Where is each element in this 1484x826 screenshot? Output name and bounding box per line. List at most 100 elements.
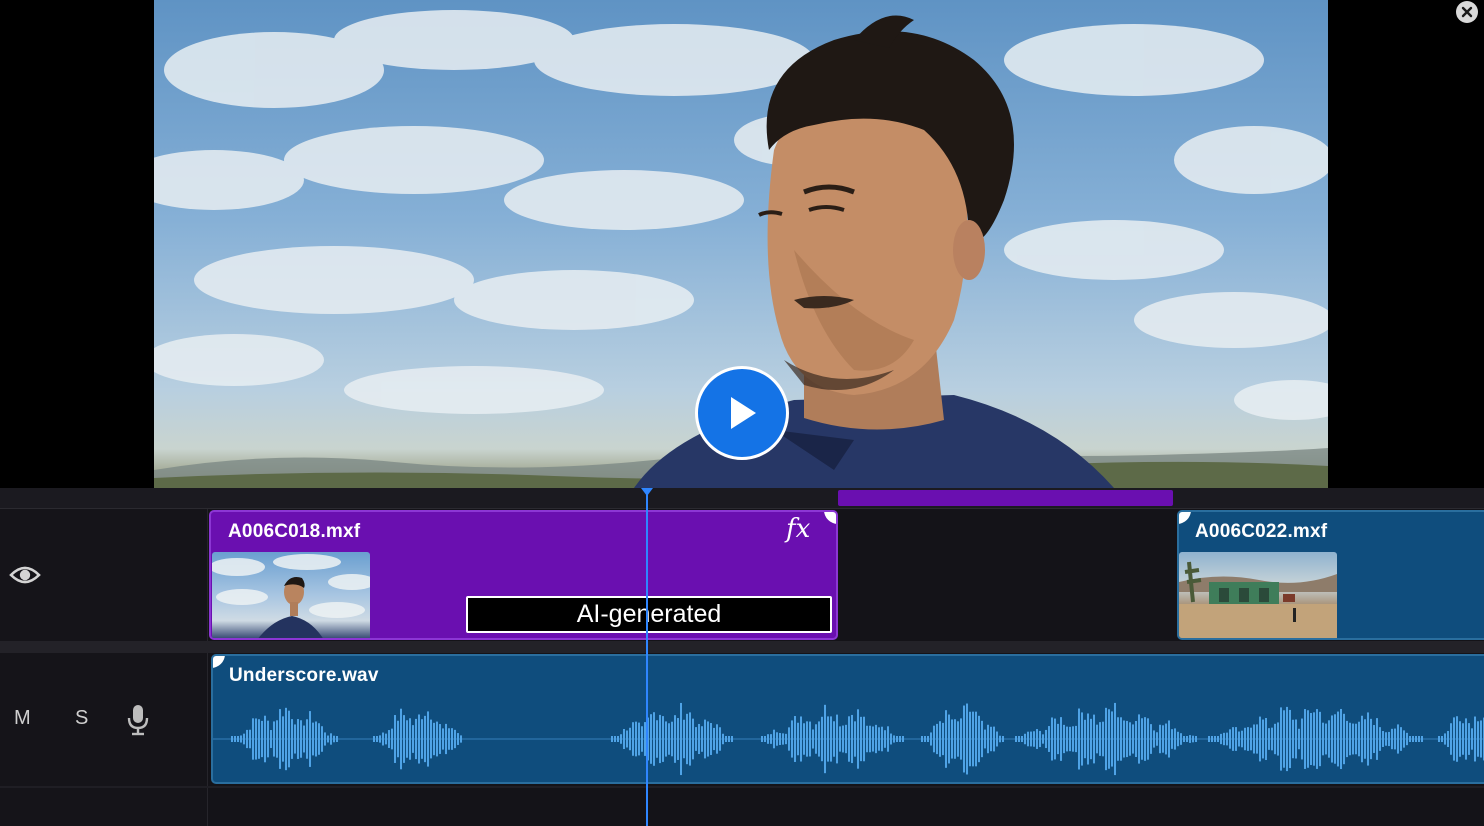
waveform-bar — [800, 716, 802, 762]
waveform-bar — [255, 718, 257, 760]
waveform-bar — [839, 726, 841, 752]
waveform-bar — [866, 725, 868, 753]
waveform-bar — [881, 726, 883, 752]
waveform-bar — [1024, 733, 1026, 745]
waveform-bar — [288, 710, 290, 768]
waveform-bar — [1132, 724, 1134, 754]
waveform-bar — [1304, 709, 1306, 769]
clip-thumbnail-image — [1179, 561, 1337, 638]
effect-badge[interactable]: fx — [786, 514, 810, 544]
waveform-bar — [1002, 736, 1004, 742]
waveform-bar — [638, 722, 640, 756]
waveform-bar — [623, 728, 625, 750]
waveform-bar — [978, 715, 980, 763]
waveform-bar — [764, 736, 766, 742]
waveform-bar — [1322, 722, 1324, 756]
mute-toggle[interactable]: M — [14, 707, 31, 730]
waveform-bar — [1114, 702, 1116, 776]
waveform-bar — [698, 723, 700, 755]
waveform-bar — [1220, 733, 1222, 745]
waveform-bar — [231, 736, 233, 742]
waveform-bar — [1346, 720, 1348, 758]
eye-icon — [9, 566, 41, 584]
waveform-bar — [1045, 729, 1047, 749]
timeline-ruler[interactable] — [0, 488, 1484, 509]
clip-trim-handle[interactable] — [1179, 512, 1191, 524]
waveform-bar — [611, 736, 613, 742]
playhead[interactable] — [646, 490, 648, 826]
waveform-bar — [990, 726, 992, 752]
waveform-bar — [927, 736, 929, 742]
video-clip[interactable]: A006C022.mxf — [1177, 510, 1484, 640]
waveform-bar — [1156, 732, 1158, 746]
waveform-bar — [1018, 736, 1020, 742]
waveform-bar — [1358, 721, 1360, 757]
play-button[interactable] — [695, 366, 789, 460]
audio-clip[interactable]: Underscore.wav — [211, 654, 1484, 784]
waveform-bar — [680, 702, 682, 776]
waveform-bar — [1343, 713, 1345, 765]
waveform-bar — [969, 711, 971, 767]
waveform-bar — [987, 724, 989, 754]
waveform-bar — [1093, 714, 1095, 764]
waveform-bar — [382, 732, 384, 746]
waveform-bar — [1295, 719, 1297, 759]
record-voiceover-button[interactable] — [124, 703, 152, 737]
video-clip-ai-generated[interactable]: A006C018.mxf fx AI-generated — [209, 510, 838, 640]
waveform-bar — [815, 724, 817, 754]
clip-name: Underscore.wav — [229, 665, 379, 686]
waveform-bar — [809, 721, 811, 757]
clip-trim-handle[interactable] — [824, 512, 836, 524]
waveform-bar — [1144, 717, 1146, 761]
waveform-bar — [674, 715, 676, 763]
waveform-bar — [285, 707, 287, 771]
waveform-bar — [1072, 726, 1074, 752]
waveform-bar — [376, 736, 378, 742]
waveform-bar — [818, 721, 820, 757]
waveform-bar — [1168, 720, 1170, 758]
waveform-bar — [945, 710, 947, 768]
waveform-bar — [659, 714, 661, 764]
waveform-bar — [860, 716, 862, 762]
solo-toggle[interactable]: S — [75, 707, 88, 730]
waveform-bar — [1244, 727, 1246, 751]
waveform-bar — [836, 714, 838, 764]
waveform-bar — [731, 736, 733, 742]
waveform-bar — [1186, 736, 1188, 742]
waveform-bar — [981, 720, 983, 758]
waveform-bar — [388, 730, 390, 748]
waveform-bar — [1406, 732, 1408, 746]
waveform-bar — [791, 720, 793, 758]
waveform-bar — [1229, 729, 1231, 749]
waveform-bar — [845, 724, 847, 754]
waveform-bar — [662, 716, 664, 762]
close-button[interactable] — [1456, 1, 1478, 23]
waveform-bar — [1084, 719, 1086, 759]
waveform-bar — [454, 729, 456, 749]
waveform-bar — [270, 730, 272, 748]
waveform-bar — [1331, 715, 1333, 763]
waveform-bar — [1048, 726, 1050, 752]
waveform-bar — [695, 727, 697, 751]
waveform-bar — [1259, 716, 1261, 762]
waveform-bar — [1286, 706, 1288, 772]
waveform-bar — [653, 712, 655, 766]
clip-trim-handle[interactable] — [213, 656, 225, 668]
waveform-bar — [921, 736, 923, 742]
waveform-bar — [1039, 730, 1041, 748]
clip-thumbnail — [212, 552, 370, 638]
waveform-bar — [704, 719, 706, 759]
waveform-bar — [716, 724, 718, 754]
toggle-visibility-button[interactable] — [6, 561, 44, 589]
waveform-bar — [1444, 733, 1446, 745]
waveform-bar — [297, 719, 299, 759]
play-icon — [731, 397, 756, 429]
waveform-bar — [240, 735, 242, 743]
waveform-bar — [617, 736, 619, 742]
waveform-bar — [833, 721, 835, 757]
waveform-bar — [415, 718, 417, 760]
waveform-bar — [403, 715, 405, 763]
waveform-bar — [890, 733, 892, 745]
waveform-bar — [797, 722, 799, 756]
waveform-bar — [400, 708, 402, 770]
